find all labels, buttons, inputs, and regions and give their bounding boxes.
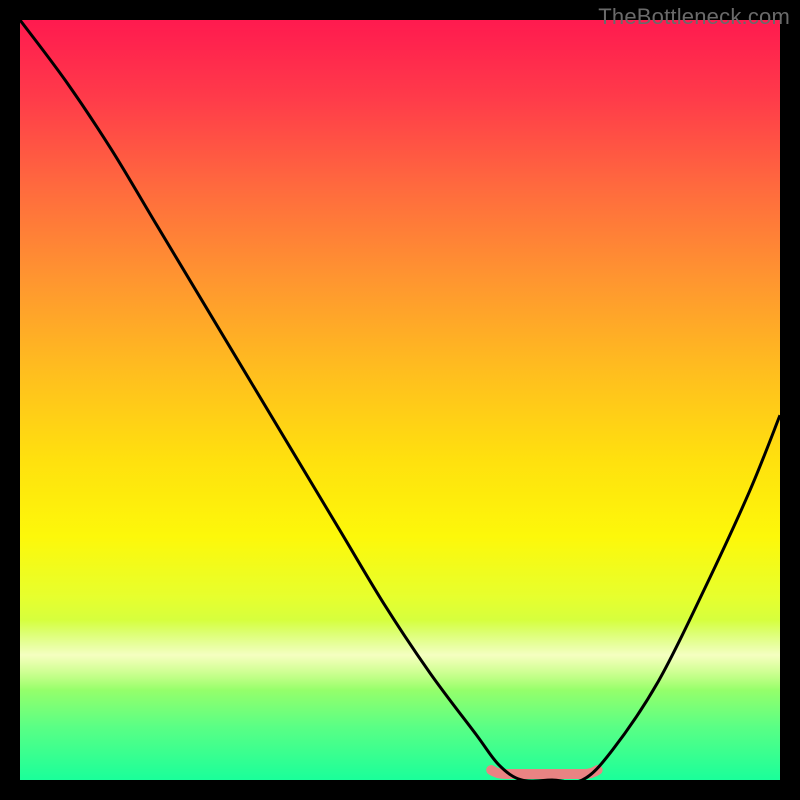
watermark-text: TheBottleneck.com [598,4,790,30]
chart-svg [20,20,780,780]
chart-frame: TheBottleneck.com [0,0,800,800]
plot-area [20,20,780,780]
bottleneck-curve-line [20,20,780,780]
